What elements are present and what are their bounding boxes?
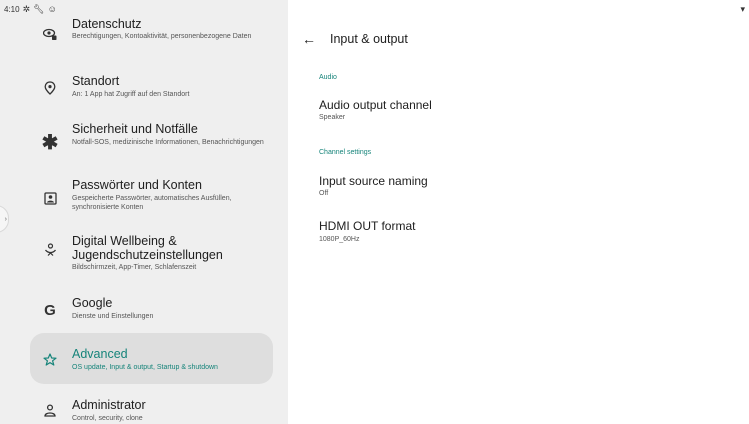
- edge-panel-handle[interactable]: ›: [0, 205, 9, 233]
- settings-item-safety[interactable]: ✱ Sicherheit und Notfälle Notfall-SOS, m…: [30, 114, 273, 166]
- pref-value: 1080P_60Hz: [319, 236, 360, 243]
- settings-item-subtitle: Control, security, clone: [72, 415, 143, 422]
- star-outline-icon: [40, 349, 60, 369]
- settings-list-pane: 4:10 ✲ 🔧︎ ☺ Datenschutz Berechtigungen, …: [0, 0, 288, 424]
- settings-gear-icon: ✲: [22, 4, 31, 14]
- settings-item-privacy[interactable]: Datenschutz Berechtigungen, Kontoaktivit…: [30, 6, 273, 58]
- asterisk-icon: ✱: [41, 131, 59, 154]
- back-arrow-icon[interactable]: ←: [302, 31, 324, 47]
- google-icon: G: [44, 301, 56, 319]
- section-header-channel-settings: Channel settings: [319, 149, 372, 156]
- settings-item-subtitle: An: 1 App hat Zugriff auf den Standort: [72, 91, 190, 98]
- wrench-icon: 🔧︎: [33, 4, 45, 14]
- wellbeing-icon: [40, 240, 60, 260]
- status-time: 4:10: [4, 5, 20, 14]
- account-box-icon: [40, 188, 60, 208]
- settings-item-subtitle: Notfall-SOS, medizinische Informationen,…: [72, 139, 264, 146]
- section-header-audio: Audio: [319, 74, 337, 81]
- settings-item-title: Datenschutz: [72, 17, 142, 31]
- privacy-icon: [40, 24, 60, 44]
- settings-item-advanced[interactable]: Advanced OS update, Input & output, Star…: [30, 333, 273, 384]
- settings-item-title: Sicherheit und Notfälle: [72, 122, 198, 136]
- chevron-right-icon: ›: [4, 215, 7, 223]
- pref-value: Off: [319, 190, 329, 197]
- pref-title: Audio output channel: [319, 98, 432, 112]
- settings-item-subtitle: Berechtigungen, Kontoaktivität, personen…: [72, 33, 252, 40]
- pref-title: HDMI OUT format: [319, 219, 416, 233]
- settings-item-title: Advanced: [72, 347, 128, 361]
- settings-item-subtitle: Dienste und Einstellungen: [72, 313, 154, 320]
- face-icon: ☺: [47, 4, 57, 14]
- wifi-signal-icon: ▾: [740, 4, 745, 14]
- pref-title: Input source naming: [319, 174, 428, 188]
- pref-value: Speaker: [319, 114, 346, 121]
- settings-item-digital-wellbeing[interactable]: Digital Wellbeing & Jugendschutzeinstell…: [30, 226, 273, 286]
- status-bar: 4:10 ✲ 🔧︎ ☺: [4, 4, 57, 15]
- detail-pane: ▾ ← Input & output Audio Audio output ch…: [288, 0, 749, 424]
- settings-item-title: Standort: [72, 74, 120, 88]
- settings-item-subtitle: OS update, Input & output, Startup & shu…: [72, 364, 218, 371]
- settings-item-google[interactable]: G Google Dienste und Einstellungen: [30, 290, 273, 330]
- settings-item-title: Digital Wellbeing & Jugendschutzeinstell…: [72, 234, 223, 262]
- settings-item-passwords-accounts[interactable]: Passwörter und Konten Gespeicherte Passw…: [30, 170, 273, 222]
- detail-header: ← Input & output: [302, 29, 408, 49]
- settings-item-title: Administrator: [72, 398, 146, 412]
- person-icon: [40, 400, 60, 420]
- location-icon: [40, 78, 60, 98]
- settings-item-administrator[interactable]: Administrator Control, security, clone: [30, 392, 273, 424]
- page-title: Input & output: [330, 32, 408, 46]
- settings-item-title: Google: [72, 296, 113, 310]
- settings-item-subtitle: Bildschirmzeit, App-Timer, Schlafenszeit: [72, 264, 197, 271]
- settings-item-location[interactable]: Standort An: 1 App hat Zugriff auf den S…: [30, 66, 273, 106]
- settings-item-subtitle: Gespeicherte Passwörter, automatisches A…: [72, 195, 232, 211]
- settings-item-title: Passwörter und Konten: [72, 178, 202, 192]
